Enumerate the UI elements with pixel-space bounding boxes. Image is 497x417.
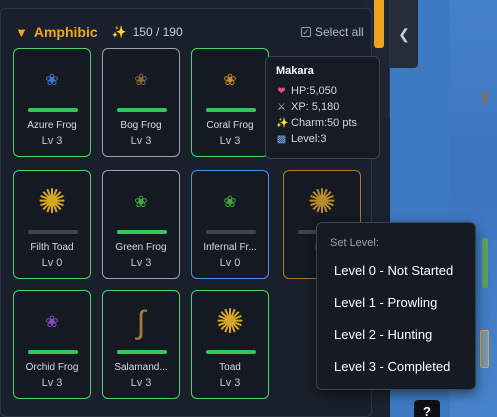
tooltip-xp: XP: 5,180 [291, 101, 340, 113]
caret-down-icon[interactable]: ▼ [15, 25, 28, 40]
creature-level: Lv 3 [41, 377, 63, 389]
bar-chart-icon: ▩ [276, 133, 287, 145]
level-progress-fill [28, 108, 78, 112]
sparkle-icon: ✨ [276, 117, 289, 129]
frog-green-icon: ❀ [223, 194, 237, 211]
tooltip-level: Level:3 [291, 133, 327, 145]
level-progress-bar [206, 350, 256, 354]
creature-level: Lv 0 [41, 257, 63, 269]
creature-tooltip: Makara ❤ HP:5,050 ⚔ XP: 5,180 ✨ Charm:50 pt… [265, 56, 380, 159]
section-header[interactable]: ▼ Amphibic ✨ 150 / 190 [15, 23, 183, 41]
scroll-thumb[interactable] [374, 0, 384, 48]
crossed-swords-icon: ⚔ [277, 101, 286, 113]
section-progress: 150 / 190 [132, 25, 183, 39]
salamander-icon: ∫ [136, 303, 146, 340]
level-option-3[interactable]: Level 3 - Completed [334, 359, 450, 374]
level-progress-bar [206, 230, 256, 234]
creature-card[interactable]: ∫ Salamand... Lv 3 [102, 290, 180, 399]
menu-header: Set Level: [330, 237, 379, 249]
makara-icon: ✺ [307, 183, 337, 221]
sparkle-icon: ✨ [111, 25, 127, 39]
select-all-checkbox[interactable]: ✓ Select all [301, 25, 364, 39]
level-option-0[interactable]: Level 0 - Not Started [334, 263, 453, 278]
creature-card[interactable]: ❀ Bog Frog Lv 3 [102, 48, 180, 157]
level-progress-fill [117, 350, 167, 354]
frog-purple-icon: ❀ [45, 314, 59, 331]
creature-card[interactable]: ❀ Infernal Fr... Lv 0 [191, 170, 269, 279]
creature-level: Lv 3 [219, 377, 241, 389]
map-island [480, 330, 489, 368]
creature-name: Salamand... [114, 362, 168, 373]
chevron-left-icon: ❮ [398, 25, 410, 42]
creature-level: Lv 0 [219, 257, 241, 269]
level-progress-fill [28, 350, 78, 354]
toad-gold-icon: ✺ [37, 183, 67, 221]
level-progress-bar [28, 108, 78, 112]
collapse-panel-button[interactable]: ❮ [390, 0, 418, 68]
creature-name: Orchid Frog [25, 362, 79, 373]
creature-name: Green Frog [115, 242, 167, 253]
level-progress-fill [206, 108, 256, 112]
frog-blue-icon: ❀ [45, 72, 59, 89]
section-title: Amphibic [33, 24, 98, 40]
set-level-menu: Set Level: Level 0 - Not Started Level 1… [316, 222, 476, 390]
tooltip-charm: Charm:50 pts [291, 117, 358, 129]
frog-green-icon: ❀ [134, 194, 148, 211]
creature-name: Infernal Fr... [203, 242, 257, 253]
creature-card[interactable]: ❀ Coral Frog Lv 3 [191, 48, 269, 157]
level-progress-fill [206, 350, 256, 354]
heart-icon: ❤ [277, 85, 286, 97]
creature-card[interactable]: ❀ Green Frog Lv 3 [102, 170, 180, 279]
creature-level: Lv 3 [41, 135, 63, 147]
creature-level: Lv 3 [130, 257, 152, 269]
help-button[interactable]: ? [414, 400, 440, 417]
level-progress-fill [117, 108, 167, 112]
level-option-2[interactable]: Level 2 - Hunting [334, 327, 432, 342]
creature-card[interactable]: ✺ Filth Toad Lv 0 [13, 170, 91, 279]
creature-level: Lv 3 [219, 135, 241, 147]
level-progress-bar [117, 108, 167, 112]
map-island [482, 238, 488, 288]
level-progress-bar [28, 350, 78, 354]
creature-name: Filth Toad [30, 242, 74, 253]
creature-card[interactable]: ❀ Azure Frog Lv 3 [13, 48, 91, 157]
level-progress-fill [117, 230, 167, 234]
creature-name: Coral Frog [206, 120, 254, 131]
checkbox-icon: ✓ [301, 27, 311, 37]
level-progress-bar [117, 230, 167, 234]
level-progress-bar [117, 350, 167, 354]
creature-name: Bog Frog [120, 120, 162, 131]
creature-name: Azure Frog [27, 120, 77, 131]
tooltip-name: Makara [276, 65, 314, 77]
frog-brown-icon: ❀ [134, 72, 148, 89]
creature-card[interactable]: ✺ Toad Lv 3 [191, 290, 269, 399]
map-marker[interactable] [483, 92, 487, 104]
level-progress-bar [206, 108, 256, 112]
creature-level: Lv 3 [130, 377, 152, 389]
level-option-1[interactable]: Level 1 - Prowling [334, 295, 437, 310]
toad-gold-icon: ✺ [215, 303, 245, 341]
level-progress-bar [28, 230, 78, 234]
tooltip-hp: HP:5,050 [291, 85, 337, 97]
select-all-label: Select all [315, 25, 364, 39]
creature-level: Lv 3 [130, 135, 152, 147]
creature-name: Toad [219, 362, 241, 373]
creature-card[interactable]: ❀ Orchid Frog Lv 3 [13, 290, 91, 399]
frog-orange-icon: ❀ [223, 72, 237, 89]
